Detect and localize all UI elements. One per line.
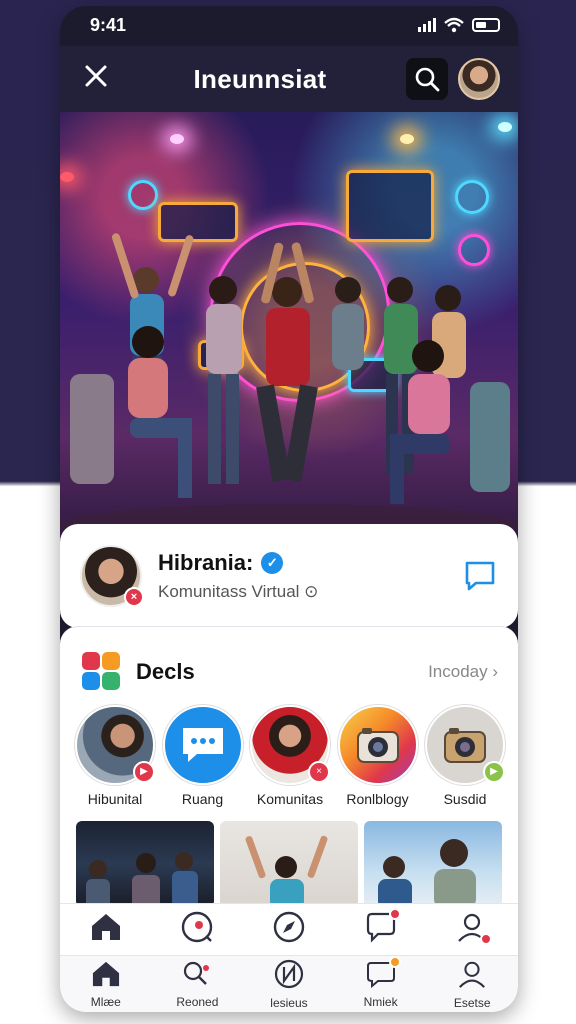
stories-row: ▶ Hibunital Ruang × Komunitas Ronlblogy … <box>60 699 518 807</box>
bottom-nav-messages[interactable]: Nmiek <box>341 956 421 1009</box>
camera-icon <box>444 728 486 763</box>
lightning-icon <box>274 959 304 989</box>
nav-activity[interactable] <box>341 908 421 949</box>
status-bar: 9:41 <box>60 6 518 44</box>
signal-icon <box>418 18 436 32</box>
home-icon <box>91 914 120 940</box>
story-item[interactable]: ▶ Hibunital <box>74 705 156 807</box>
section-header: Decls Incoday › <box>60 627 518 699</box>
nav-home[interactable] <box>66 912 146 947</box>
content-card: Decls Incoday › ▶ Hibunital Ruang × Komu… <box>60 626 518 1012</box>
profile-card[interactable]: × Hibrania: ✓ Komunitass Virtual ⊙ <box>60 524 518 628</box>
bottom-nav-label: lesieus <box>270 996 308 1010</box>
hero-image <box>60 112 518 542</box>
close-button[interactable] <box>78 61 114 97</box>
story-badge-icon: ▶ <box>133 761 155 783</box>
close-icon <box>85 65 107 87</box>
story-label: Hibunital <box>87 791 143 807</box>
nav-explore[interactable] <box>249 910 329 949</box>
thumbnail-men-photo[interactable] <box>364 821 502 907</box>
camera-icon <box>356 728 399 763</box>
bottom-nav-label: Esetse <box>453 996 491 1010</box>
chat-bubble-icon <box>162 705 243 785</box>
story-badge-icon: × <box>308 761 330 783</box>
user-avatar[interactable] <box>458 58 500 100</box>
notification-dot-icon <box>480 933 493 945</box>
story-item[interactable]: Ronlblogy <box>337 705 419 807</box>
profile-subtitle: Komunitass Virtual ⊙ <box>158 582 319 601</box>
profile-name: Hibrania: <box>158 550 254 575</box>
message-icon[interactable] <box>462 558 498 594</box>
story-label: Komunitas <box>256 791 324 807</box>
nav-record[interactable] <box>157 910 237 949</box>
close-badge-icon: × <box>124 587 144 607</box>
record-icon <box>182 911 213 943</box>
profile-name-row: Hibrania: ✓ <box>158 550 446 576</box>
bottom-nav-home[interactable]: Mlæe <box>66 960 146 1009</box>
wifi-icon <box>444 17 464 33</box>
see-more-link[interactable]: Incoday › <box>428 662 498 682</box>
bottom-nav-profile[interactable]: Esetse <box>432 959 512 1010</box>
notification-dot-icon <box>388 956 401 968</box>
status-icons <box>418 17 500 33</box>
status-time: 9:41 <box>90 14 127 35</box>
search-people-icon <box>184 961 210 985</box>
search-button[interactable] <box>406 58 448 100</box>
story-item[interactable]: × Komunitas <box>249 705 331 807</box>
story-badge-icon: ▶ <box>483 761 505 783</box>
thumbnail-row <box>60 807 518 907</box>
app-title: Ineunnsiat <box>193 63 327 94</box>
secondary-nav-bar <box>60 903 518 955</box>
story-label: Ronlblogy <box>346 791 409 807</box>
section-title: Decls <box>136 659 195 684</box>
section-logo-icon <box>82 652 122 692</box>
story-label: Ruang <box>181 791 224 807</box>
bottom-nav-live[interactable]: lesieus <box>249 959 329 1010</box>
verified-icon: ✓ <box>261 552 284 574</box>
thumbnail-woman-photo[interactable] <box>220 821 358 907</box>
instagram-camera-icon: ▶ <box>425 705 505 785</box>
home-icon <box>92 961 119 987</box>
user-icon <box>459 961 486 988</box>
bottom-nav-bar: Mlæe Reoned lesieus Nmiek Esetse <box>60 955 518 1012</box>
story-label: Susdid <box>443 791 487 807</box>
people-illustration <box>60 233 518 542</box>
search-icon <box>415 67 440 92</box>
story-item[interactable]: ▶ Susdid <box>424 705 506 807</box>
bottom-nav-label: Mlæe <box>90 995 121 1009</box>
notification-dot-icon <box>388 908 401 920</box>
top-app-bar: Ineunnsiat <box>60 46 518 112</box>
group-people-image <box>86 852 198 907</box>
instagram-camera-icon <box>337 705 418 785</box>
thumbnail-group-photo[interactable] <box>76 821 214 907</box>
smiling-men-image <box>378 839 476 907</box>
phone-frame: 9:41 Ineunnsiat × Hibrania: ✓ Komunitass… <box>60 6 518 1012</box>
bottom-nav-label: Nmiek <box>363 995 398 1009</box>
bottom-nav-label: Reoned <box>176 995 219 1009</box>
bottom-nav-search[interactable]: Reoned <box>157 960 237 1009</box>
nav-profile[interactable] <box>432 911 512 948</box>
battery-icon <box>472 18 500 32</box>
woman-portrait-icon: × <box>250 705 330 785</box>
woman-cheering-image <box>245 835 328 907</box>
profile-info: Hibrania: ✓ Komunitass Virtual ⊙ <box>158 550 446 602</box>
compass-icon <box>273 911 305 943</box>
story-item[interactable]: Ruang <box>162 705 244 807</box>
profile-avatar[interactable]: × <box>80 545 144 607</box>
camera-person-icon: ▶ <box>75 705 155 785</box>
speech-bubble-icon <box>182 728 223 762</box>
